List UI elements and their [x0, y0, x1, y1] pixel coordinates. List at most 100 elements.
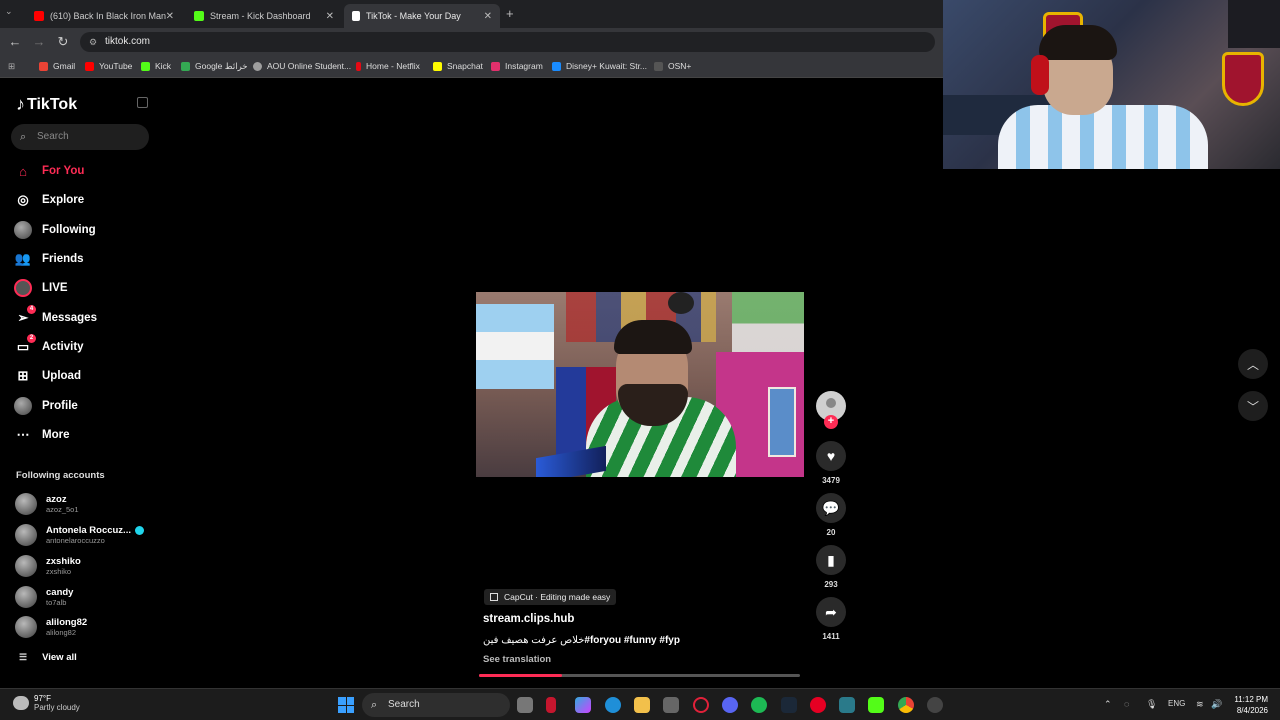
tab-label: TikTok - Make Your Day [366, 11, 461, 21]
tab-youtube[interactable]: (610) Back In Black Iron Man - Y ✕ [26, 4, 182, 28]
menu-live[interactable]: LIVE [14, 277, 68, 299]
account-item[interactable]: candy to7alb [15, 584, 73, 610]
bookmark-aou[interactable]: AOU Online Student... [253, 61, 351, 71]
app-icon[interactable] [546, 697, 556, 713]
clock[interactable]: 11:12 PM 8/4/2026 [1226, 694, 1268, 716]
save-button[interactable]: ▮ [816, 545, 846, 575]
menu-messages[interactable]: ➢ 4 Messages [14, 305, 97, 329]
close-tab-icon[interactable]: ✕ [326, 11, 334, 22]
post-author[interactable]: stream.clips.hub [483, 613, 574, 625]
reload-icon[interactable]: ↻ [55, 34, 71, 50]
apps-grid-icon[interactable]: ⊞ [8, 61, 15, 72]
menu-more[interactable]: ⋯ More [14, 424, 70, 446]
hashtags[interactable]: #foryou #funny #fyp [584, 635, 680, 646]
menu-for-you[interactable]: ⌂ For You [14, 160, 84, 182]
site-info-icon[interactable]: ⚙ [89, 32, 97, 52]
pinterest-icon[interactable] [810, 697, 826, 713]
task-view-icon[interactable] [517, 697, 533, 713]
capcut-tag[interactable]: CapCut · Editing made easy [484, 589, 617, 605]
next-video-button[interactable]: ﹀ [1238, 391, 1268, 421]
back-arrow-icon[interactable]: ← [7, 34, 23, 49]
screen: ⌄ (610) Back In Black Iron Man - Y ✕ Str… [0, 0, 1280, 720]
see-translation-link[interactable]: See translation [483, 654, 551, 665]
video-progress-fill [479, 674, 563, 677]
like-button[interactable]: ♥ [816, 441, 846, 471]
address-bar[interactable]: ⚙ tiktok.com [80, 32, 935, 52]
video-progress-bar[interactable] [479, 674, 800, 677]
file-explorer-icon[interactable] [634, 697, 650, 713]
app-icon[interactable] [839, 697, 855, 713]
kick-icon[interactable] [868, 697, 884, 713]
comment-button[interactable]: 💬 [816, 493, 846, 523]
spotify-icon[interactable] [751, 697, 767, 713]
account-name: azoz [46, 494, 67, 505]
bookmark-disney[interactable]: Disney+ Kuwait: Str... [552, 61, 647, 71]
copilot-icon[interactable] [575, 697, 591, 713]
chrome-icon[interactable] [898, 697, 914, 713]
tab-search-chevron-icon[interactable]: ⌄ [5, 6, 13, 17]
verified-icon [134, 525, 144, 535]
account-item[interactable]: azoz azoz_5o1 [15, 491, 79, 517]
account-item[interactable]: zxshiko zxshiko [15, 553, 81, 579]
bookmark-netflix[interactable]: Home - Netflix [356, 61, 420, 71]
tray-chevron-up-icon[interactable]: ⌃ [1104, 699, 1112, 710]
live-icon [14, 279, 32, 297]
wifi-icon[interactable]: ≋ [1196, 699, 1204, 710]
share-icon: ➦ [825, 603, 837, 620]
opera-icon[interactable] [693, 697, 709, 713]
account-name: zxshiko [46, 556, 81, 567]
time: 11:12 PM [1234, 695, 1268, 704]
tab-tiktok[interactable]: TikTok - Make Your Day ✕ [344, 4, 500, 28]
windows-start-icon[interactable] [338, 697, 354, 713]
search-input[interactable]: ⌕ Search [11, 124, 149, 150]
language-indicator[interactable]: ENG [1168, 699, 1185, 708]
obs-icon[interactable] [927, 697, 943, 713]
menu-following[interactable]: Following [14, 219, 96, 241]
bookmark-youtube[interactable]: YouTube [85, 61, 132, 71]
view-all-button[interactable]: ☰ View all [19, 652, 77, 663]
previous-video-button[interactable]: ︿ [1238, 349, 1268, 379]
account-item[interactable]: alilong82 alilong82 [15, 614, 87, 640]
store-icon[interactable] [663, 697, 679, 713]
edge-icon[interactable] [605, 697, 621, 713]
list-icon: ☰ [19, 652, 28, 662]
tiktok-logo[interactable]: ♪ TikTok [16, 94, 77, 115]
menu-profile[interactable]: Profile [14, 395, 78, 417]
account-item[interactable]: Antonela Roccuz... antonelaroccuzzo [15, 522, 144, 548]
partly-cloudy-icon [13, 696, 29, 710]
menu-explore[interactable]: ◎ Explore [14, 189, 84, 211]
menu-activity[interactable]: ▭ 2 Activity [14, 334, 84, 358]
bookmark-instagram[interactable]: Instagram [491, 61, 543, 71]
bookmark-osn[interactable]: OSN+ [654, 61, 691, 71]
steam-icon[interactable] [781, 697, 797, 713]
instagram-icon [491, 61, 500, 71]
collapse-sidebar-icon[interactable] [137, 97, 148, 108]
share-button[interactable]: ➦ [816, 597, 846, 627]
bookmark-gmail[interactable]: Gmail [39, 61, 75, 71]
taskbar-search[interactable]: ⌕ Search [362, 693, 510, 717]
post-description: خلاص عرفت هصيف فين#foryou #funny #fyp [483, 635, 680, 646]
search-icon: ⌕ [20, 131, 27, 143]
chevron-down-icon: ﹀ [1246, 399, 1259, 414]
close-tab-icon[interactable]: ✕ [166, 11, 174, 22]
app-tray-icon[interactable]: ◌ [1124, 699, 1129, 709]
activity-icon: ▭ 2 [14, 334, 36, 356]
volume-icon[interactable]: 🔊 [1211, 699, 1222, 710]
follow-plus-icon[interactable]: + [824, 415, 838, 429]
weather-status: Partly cloudy [34, 703, 80, 712]
bookmark-kick[interactable]: Kick [141, 61, 171, 71]
tab-kick[interactable]: Stream - Kick Dashboard ✕ [186, 4, 342, 28]
close-tab-icon[interactable]: ✕ [484, 11, 492, 22]
microphone-icon[interactable]: 🎙 [1146, 699, 1157, 710]
video-player[interactable] [476, 292, 804, 477]
menu-friends[interactable]: 👥 Friends [14, 248, 84, 270]
new-tab-button[interactable]: + [506, 6, 514, 21]
bookmark-google-maps[interactable]: Google خرائط [181, 61, 248, 72]
discord-icon[interactable] [722, 697, 738, 713]
menu-upload[interactable]: ⊞ Upload [14, 365, 81, 387]
kick-icon [141, 61, 150, 71]
weather-widget[interactable]: 97°F Partly cloudy [13, 694, 80, 712]
tab-label: (610) Back In Black Iron Man - Y [50, 11, 168, 21]
forward-arrow-icon[interactable]: → [31, 34, 47, 49]
bookmark-snapchat[interactable]: Snapchat [433, 61, 483, 71]
